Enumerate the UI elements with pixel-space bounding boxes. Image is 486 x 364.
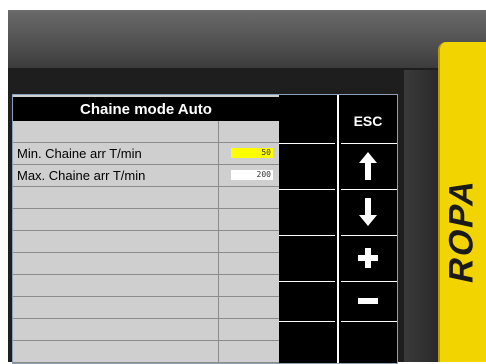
esc-button[interactable]: ESC: [339, 99, 397, 143]
row-label: [13, 319, 219, 340]
row-value-cell: [219, 319, 279, 340]
table-row: [13, 231, 279, 253]
arrow-up-icon: [359, 152, 377, 180]
row-value-cell: [219, 209, 279, 230]
scroll-up-button[interactable]: [339, 144, 397, 188]
table-row: [13, 341, 279, 363]
softkey-divider: [279, 321, 335, 322]
table-row-min-chain-speed[interactable]: Min. Chaine arr T/min 50: [13, 143, 279, 165]
table-row: [13, 253, 279, 275]
row-label: [13, 253, 219, 274]
panel-title: Chaine mode Auto: [13, 97, 279, 121]
table-row: [13, 319, 279, 341]
minus-icon: [358, 298, 378, 304]
row-label: [13, 187, 219, 208]
row-value-cell: [219, 297, 279, 318]
arrow-down-icon: [359, 198, 377, 226]
row-value-cell: [219, 341, 279, 362]
row-label: Min. Chaine arr T/min: [13, 143, 219, 164]
row-value-cell: [219, 275, 279, 296]
brand-logo: ROPA: [438, 170, 486, 290]
brand-name: ROPA: [442, 173, 481, 286]
row-label: [13, 341, 219, 362]
table-row: [13, 209, 279, 231]
max-chain-speed-value[interactable]: 200: [231, 170, 273, 180]
table-row: [13, 275, 279, 297]
row-value-cell: [219, 253, 279, 274]
row-label: [13, 209, 219, 230]
row-label: [13, 231, 219, 252]
table-row: [13, 121, 279, 143]
row-value-cell: 50: [219, 143, 279, 164]
table-row: [13, 187, 279, 209]
row-label: [13, 121, 219, 142]
row-value-cell: 200: [219, 165, 279, 186]
plus-icon: [358, 248, 378, 268]
row-label: [13, 297, 219, 318]
min-chain-speed-value[interactable]: 50: [231, 148, 273, 158]
display-screen: Chaine mode Auto Min. Chaine arr T/min 5…: [12, 94, 398, 364]
softkey-divider: [279, 281, 335, 282]
row-value-cell: [219, 121, 279, 142]
housing-top-edge: [8, 10, 486, 70]
table-row-max-chain-speed[interactable]: Max. Chaine arr T/min 200: [13, 165, 279, 187]
softkey-divider: [279, 235, 335, 236]
settings-panel: Chaine mode Auto Min. Chaine arr T/min 5…: [13, 95, 279, 363]
row-value-cell: [219, 231, 279, 252]
increase-button[interactable]: [339, 236, 397, 280]
row-value-cell: [219, 187, 279, 208]
esc-label: ESC: [353, 113, 383, 129]
softkey-divider: [279, 143, 335, 144]
blank-softkey[interactable]: [339, 323, 397, 361]
row-label: [13, 275, 219, 296]
decrease-button[interactable]: [339, 279, 397, 323]
softkey-column: ESC: [279, 95, 397, 363]
table-row: [13, 297, 279, 319]
softkey-divider: [279, 189, 335, 190]
settings-table: Min. Chaine arr T/min 50 Max. Chaine arr…: [13, 121, 279, 363]
scroll-down-button[interactable]: [339, 190, 397, 234]
side-panel: [404, 70, 438, 362]
row-label: Max. Chaine arr T/min: [13, 165, 219, 186]
